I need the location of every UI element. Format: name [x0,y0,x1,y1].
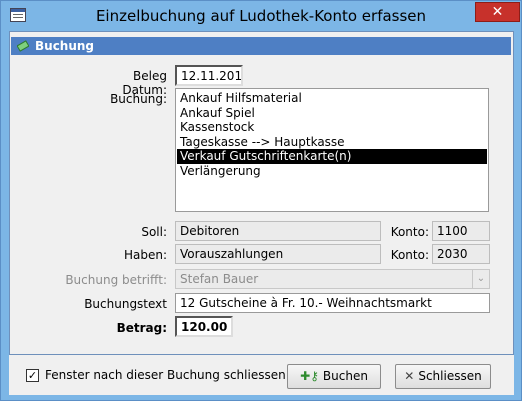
close-after-label[interactable]: Fenster nach dieser Buchung schliessen. [45,368,290,382]
buchen-label: Buchen [322,369,368,383]
schliessen-button[interactable]: ✕ Schliessen [395,364,491,389]
title-bar[interactable]: Einzelbuchung auf Ludothek-Konto erfasse… [1,1,521,31]
beleg-datum-field[interactable]: 12.11.2013 [175,65,243,86]
list-item[interactable]: Ankauf Spiel [177,106,487,121]
betrifft-combobox[interactable]: Stefan Bauer [175,269,490,289]
soll-field: Debitoren [175,221,381,241]
buchungstext-label: Buchungstext [84,297,167,311]
window-title: Einzelbuchung auf Ludothek-Konto erfasse… [95,7,427,25]
soll-konto-field: 1100 [432,221,490,241]
dialog-window: Einzelbuchung auf Ludothek-Konto erfasse… [0,0,522,401]
betrifft-label: Buchung betrifft: [65,273,167,287]
close-after-checkbox[interactable]: ✓ [26,369,39,382]
betrag-label: Betrag: [116,321,167,335]
x-icon: ✕ [404,369,415,383]
list-item[interactable]: Kassenstock [177,120,487,135]
key-plus-icon: ✚⚷ [300,369,319,383]
ticket-icon [17,40,29,52]
buchung-label: Buchung: [110,92,167,106]
buchen-button[interactable]: ✚⚷ Buchen [287,364,381,389]
list-item-selected[interactable]: Verkauf Gutschriftenkarte(n) [177,149,487,164]
haben-konto-field: 2030 [432,244,490,264]
close-button[interactable]: ✕ [475,2,520,22]
section-header: Buchung [11,37,511,55]
chevron-down-icon[interactable]: ⌄ [472,269,489,289]
buchungstext-input[interactable]: 12 Gutscheine à Fr. 10.- Weihnachtsmarkt [175,293,490,313]
buchung-listbox[interactable]: Ankauf Hilfsmaterial Ankauf Spiel Kassen… [175,88,489,212]
section-title: Buchung [35,39,95,53]
betrag-field[interactable]: 120.00 [175,316,233,337]
soll-label: Soll: [141,225,167,239]
list-item[interactable]: Verlängerung [177,164,487,179]
schliessen-label: Schliessen [418,369,482,383]
haben-konto-label: Konto: [390,248,429,262]
soll-konto-label: Konto: [390,225,429,239]
list-item[interactable]: Tageskasse --> Hauptkasse [177,135,487,150]
haben-field: Vorauszahlungen [175,244,381,264]
haben-label: Haben: [123,248,167,262]
list-item[interactable]: Ankauf Hilfsmaterial [177,91,487,106]
